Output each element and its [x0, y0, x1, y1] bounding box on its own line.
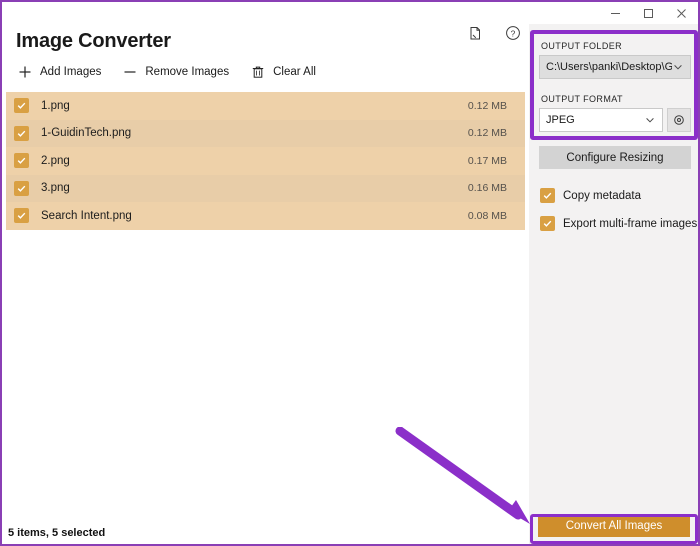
- file-row[interactable]: Search Intent.png 0.08 MB: [6, 202, 525, 230]
- output-format-value: JPEG: [546, 114, 575, 126]
- file-size: 0.17 MB: [467, 154, 507, 167]
- clear-all-label: Clear All: [273, 66, 316, 78]
- file-size: 0.08 MB: [467, 209, 507, 222]
- checkbox-checked-icon: [540, 188, 555, 203]
- output-format-combobox[interactable]: JPEG: [539, 108, 663, 132]
- file-row[interactable]: 2.png 0.17 MB: [6, 147, 525, 175]
- output-folder-label: OUTPUT FOLDER: [541, 41, 623, 51]
- title-bar: [2, 2, 698, 24]
- clear-all-button[interactable]: Clear All: [245, 60, 324, 84]
- file-name: Search Intent.png: [41, 209, 132, 222]
- checkbox-checked-icon[interactable]: [14, 180, 29, 196]
- add-images-button[interactable]: Add Images: [12, 60, 109, 84]
- maximize-icon: [644, 8, 653, 18]
- convert-all-images-button[interactable]: Convert All Images: [538, 515, 690, 537]
- minimize-icon: [611, 12, 620, 14]
- output-folder-group: OUTPUT FOLDER C:\Users\panki\Desktop\Gui…: [539, 41, 691, 79]
- remove-images-button[interactable]: Remove Images: [117, 60, 237, 84]
- main-content-pane: Image Converter Add Images Remove Images…: [2, 24, 529, 544]
- output-format-group: OUTPUT FORMAT JPEG: [539, 94, 691, 132]
- help-icon: ?: [506, 26, 520, 40]
- file-row[interactable]: 3.png 0.16 MB: [6, 174, 525, 202]
- page-title: Image Converter: [16, 30, 171, 52]
- output-format-label: OUTPUT FORMAT: [541, 94, 623, 104]
- checkbox-checked-icon: [540, 216, 555, 231]
- app-window: Image Converter Add Images Remove Images…: [0, 0, 700, 546]
- export-multiframe-checkbox[interactable]: Export multi-frame images: [540, 216, 697, 231]
- configure-resizing-button[interactable]: Configure Resizing: [539, 146, 691, 169]
- gear-icon: [674, 115, 684, 125]
- chevron-down-icon: [672, 61, 684, 73]
- maximize-button[interactable]: [632, 2, 665, 24]
- add-images-label: Add Images: [40, 66, 102, 78]
- output-folder-value: C:\Users\panki\Desktop\Guidi: [546, 61, 672, 73]
- file-size: 0.16 MB: [467, 182, 507, 195]
- checkbox-checked-icon[interactable]: [14, 125, 29, 141]
- trash-icon: [249, 63, 267, 81]
- minus-icon: [121, 63, 139, 81]
- file-row[interactable]: 1-GuidinTech.png 0.12 MB: [6, 119, 525, 147]
- file-name: 1.png: [41, 99, 70, 112]
- status-bar: 5 items, 5 selected: [8, 527, 106, 539]
- minimize-button[interactable]: [599, 2, 632, 24]
- chevron-down-icon: [644, 114, 656, 126]
- copy-metadata-checkbox[interactable]: Copy metadata: [540, 188, 641, 203]
- help-button[interactable]: ?: [502, 22, 524, 44]
- plus-icon: [16, 63, 34, 81]
- feedback-icon: [470, 26, 480, 39]
- copy-metadata-label: Copy metadata: [563, 189, 641, 202]
- file-name: 1-GuidinTech.png: [41, 127, 132, 140]
- close-button[interactable]: [665, 2, 698, 24]
- close-icon: [677, 8, 686, 18]
- settings-sidebar: ? OUTPUT FOLDER C:\Users\panki\Desktop\G…: [470, 24, 698, 544]
- feedback-button[interactable]: [464, 22, 486, 44]
- file-name: 3.png: [41, 182, 70, 195]
- file-name: 2.png: [41, 154, 70, 167]
- remove-images-label: Remove Images: [145, 66, 230, 78]
- output-folder-combobox[interactable]: C:\Users\panki\Desktop\Guidi: [539, 55, 691, 79]
- checkbox-checked-icon[interactable]: [14, 208, 29, 224]
- file-list[interactable]: 1.png 0.12 MB 1-GuidinTech.png 0.12 MB 2.png…: [6, 92, 525, 230]
- svg-text:?: ?: [511, 28, 516, 38]
- file-size: 0.12 MB: [467, 99, 507, 112]
- checkbox-checked-icon[interactable]: [14, 153, 29, 169]
- file-size: 0.12 MB: [467, 127, 507, 140]
- format-settings-button[interactable]: [667, 108, 691, 132]
- header-icon-group: ?: [464, 22, 524, 44]
- checkbox-checked-icon[interactable]: [14, 98, 29, 114]
- file-row[interactable]: 1.png 0.12 MB: [6, 92, 525, 120]
- command-bar: Add Images Remove Images Clear All: [12, 60, 332, 84]
- export-multiframe-label: Export multi-frame images: [563, 217, 698, 230]
